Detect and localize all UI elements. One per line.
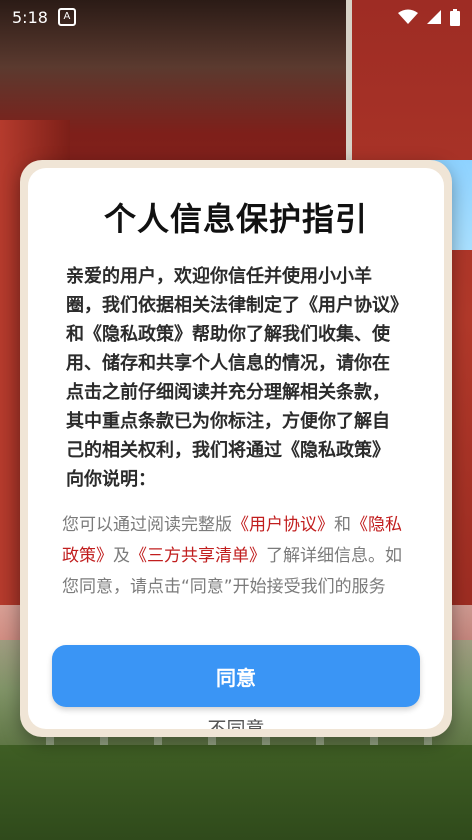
sub-text-part3: 及 [113, 546, 130, 566]
status-time: 5:18 [12, 7, 48, 27]
sub-text-part2: 和 [334, 515, 351, 535]
privacy-dialog-frame: 个人信息保护指引 亲爱的用户，欢迎你信任并使用小小羊圈，我们依据相关法律制定了《… [20, 160, 452, 737]
status-bar: 5:18 A [0, 0, 472, 34]
sub-text-part1: 您可以通过阅读完整版 [62, 515, 232, 535]
grass-ground [0, 745, 472, 840]
a-notification-icon: A [57, 8, 76, 26]
agree-button[interactable]: 同意 [52, 645, 420, 707]
signal-icon [426, 9, 442, 25]
dialog-title: 个人信息保护指引 [103, 200, 368, 238]
third-party-list-link[interactable]: 《三方共享清单》 [130, 546, 266, 566]
disagree-button[interactable]: 不同意 [28, 714, 444, 729]
battery-icon [450, 8, 460, 26]
main-description: 亲爱的用户，欢迎你信任并使用小小羊圈，我们依据相关法律制定了《用户协议》和《隐私… [66, 266, 399, 490]
wifi-icon [398, 9, 418, 25]
privacy-dialog: 个人信息保护指引 亲爱的用户，欢迎你信任并使用小小羊圈，我们依据相关法律制定了《… [28, 168, 444, 729]
sub-description: 您可以通过阅读完整版《用户协议》和《隐私政策》及《三方共享清单》了解详细信息。如… [62, 510, 410, 603]
user-agreement-link[interactable]: 《用户协议》 [232, 515, 334, 535]
